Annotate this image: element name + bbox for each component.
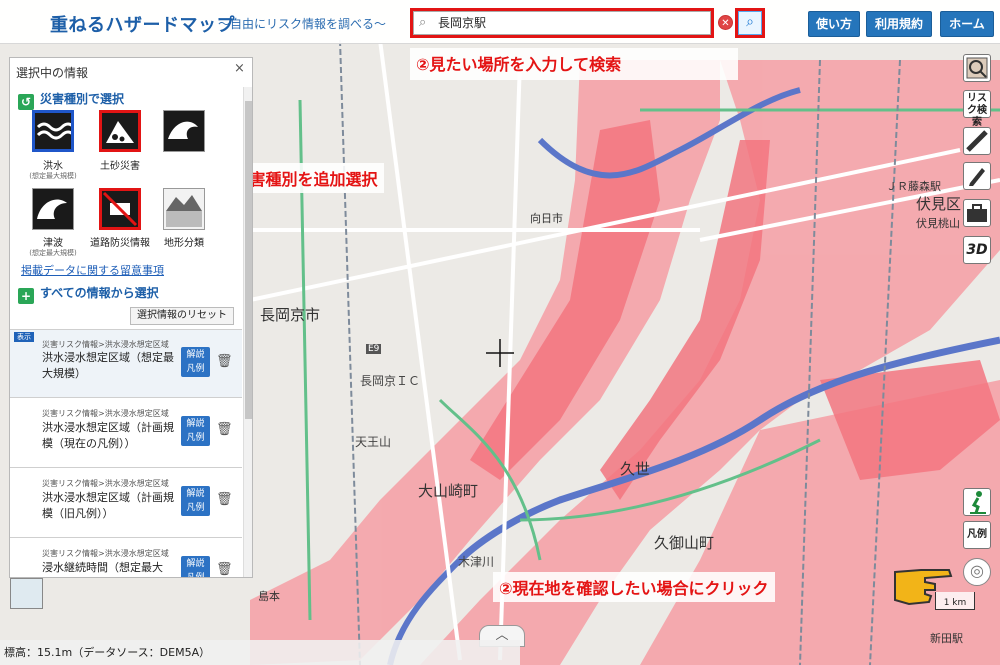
gps-button[interactable]: ◎ <box>963 558 991 586</box>
legend-button[interactable]: 解説 凡例 <box>181 556 210 577</box>
all-info-label: すべての情報から選択 <box>40 286 159 300</box>
terrain-label: 地形分類 <box>164 238 204 249</box>
layer-crumb: 災害リスク情報>洪水浸水想定区域 <box>42 549 169 558</box>
callout-search: ②見たい場所を入力して検索 <box>410 48 738 80</box>
map-label-jr-fujinomori: ＪＲ藤森駅 <box>886 180 941 193</box>
minimap[interactable] <box>10 578 43 609</box>
tsunami-icon <box>33 189 73 229</box>
map-label-town: 長岡京市 <box>260 306 321 324</box>
scale-bar: 1 km <box>935 592 975 610</box>
ruler-tool-button[interactable] <box>963 127 991 155</box>
walk-button[interactable] <box>963 488 991 516</box>
road-icon <box>102 191 138 227</box>
legend-button[interactable]: 解説 凡例 <box>181 347 210 377</box>
map-label-fushimi: 伏見区 <box>916 195 962 213</box>
layer-crumb: 災害リスク情報>洪水浸水想定区域 <box>42 340 169 349</box>
elevation-readout: 標高：15.1m（データソース：DEM5A） <box>0 640 520 665</box>
landslide-hazard-tile[interactable] <box>99 110 141 152</box>
map-label-tennozan: 天王山 <box>355 435 392 449</box>
tsunami-sublabel: (想定最大規模) <box>29 249 77 257</box>
tools-button[interactable] <box>963 199 991 227</box>
layer-name: 洪水浸水想定区域（計画規模（現在の凡例）） <box>42 421 174 450</box>
map-label-kugo: 久御山町 <box>654 534 715 552</box>
clear-icon[interactable]: ✕ <box>718 15 733 30</box>
app-subtitle: ～自由にリスク情報を調べる～ <box>218 17 387 31</box>
road-label: 道路防災情報 <box>90 238 150 249</box>
close-icon[interactable]: × <box>234 61 245 76</box>
layer-name: 洪水浸水想定区域（想定最大規模） <box>42 351 174 380</box>
terrain-hazard-tile[interactable] <box>163 188 205 230</box>
hazard-section-header[interactable]: ↺ 災害種別で選択 <box>18 90 124 110</box>
flood-icon <box>35 113 71 149</box>
plus-icon: + <box>18 288 34 304</box>
ruler-icon <box>966 130 988 152</box>
flood-sublabel: (想定最大規模) <box>29 172 77 180</box>
legend-toggle-button[interactable]: 凡例 <box>963 521 991 549</box>
hazard-section-icon: ↺ <box>18 94 34 110</box>
all-info-section-header[interactable]: + すべての情報から選択 <box>18 284 159 304</box>
show-badge[interactable]: 表示 <box>14 332 34 342</box>
draw-tool-button[interactable] <box>963 162 991 190</box>
trash-icon[interactable]: 🗑 <box>216 422 233 437</box>
reset-button[interactable]: 選択情報のリセット <box>130 307 234 325</box>
panel-scrollbar[interactable] <box>243 87 252 577</box>
tsunami-hazard-tile[interactable] <box>32 188 74 230</box>
app-title[interactable]: 重ねるハザードマップ <box>50 11 235 37</box>
map-label-shimamoto: 島本 <box>258 590 280 603</box>
map-label-kuse: 久世 <box>620 460 651 478</box>
hazard-section-label: 災害種別で選択 <box>40 92 125 106</box>
terms-button[interactable]: 利用規約 <box>866 11 932 37</box>
trash-icon[interactable]: 🗑 <box>216 354 233 369</box>
map-label-fushimi-mom: 伏見桃山 <box>916 217 960 230</box>
map-label-mukou: 向日市 <box>530 212 563 225</box>
flood-hazard-tile[interactable] <box>32 110 74 152</box>
data-notes-link[interactable]: 掲載データに関する留意事項 <box>21 262 164 278</box>
home-button[interactable]: ホーム <box>940 11 994 37</box>
tsunami-label: 津波 <box>43 238 63 249</box>
3d-button[interactable]: 3D <box>963 236 991 264</box>
tsunami-alt-tile[interactable] <box>163 110 205 152</box>
wave-icon <box>164 111 204 151</box>
map-search-icon <box>966 57 988 79</box>
road-hazard-tile[interactable] <box>99 188 141 230</box>
search-tool-button[interactable] <box>963 54 991 82</box>
risk-search-button[interactable]: リスク検索 <box>963 90 991 128</box>
landslide-label: 土砂災害 <box>100 161 140 172</box>
layer-item[interactable]: 表示 災害リスク情報>洪水浸水想定区域 洪水浸水想定区域（想定最大規模） 解説凡… <box>10 329 242 397</box>
trash-icon[interactable]: 🗑 <box>216 562 233 577</box>
info-panel: 選択中の情報 × ↺ 災害種別で選択 洪水 (想定最大規模) 土砂災害 津波 (… <box>9 57 253 578</box>
map-label-kizugawa: 木津川 <box>458 555 495 569</box>
layer-name: 洪水浸水想定区域（計画規模（旧凡例）） <box>42 491 174 520</box>
trash-icon[interactable]: 🗑 <box>216 492 233 507</box>
legend-button[interactable]: 解説 凡例 <box>181 416 210 446</box>
callout-location: ②現在地を確認したい場合にクリック <box>493 572 775 602</box>
landslide-icon <box>102 113 138 149</box>
layer-item[interactable]: 災害リスク情報>洪水浸水想定区域 洪水浸水想定区域（計画規模（旧凡例）） 解説凡… <box>10 467 242 537</box>
map-label-shintanabe: 新田駅 <box>930 632 963 645</box>
search-button-highlight <box>735 8 765 38</box>
scroll-thumb[interactable] <box>245 101 252 419</box>
map-label-oyamazaki: 大山崎町 <box>418 482 479 500</box>
map-label-ic: 長岡京ＩＣ <box>360 374 421 388</box>
flood-label: 洪水 <box>43 161 63 172</box>
pencil-icon <box>969 168 985 186</box>
search-highlight <box>410 8 714 38</box>
layer-item[interactable]: 災害リスク情報>洪水浸水想定区域 浸水継続時間（想定最大 解説 凡例 🗑 <box>10 537 242 577</box>
help-button[interactable]: 使い方 <box>808 11 860 37</box>
map-label-e9: E9 <box>366 344 382 354</box>
layer-crumb: 災害リスク情報>洪水浸水想定区域 <box>42 479 169 488</box>
layer-crumb: 災害リスク情報>洪水浸水想定区域 <box>42 409 169 418</box>
terrain-icon <box>164 189 204 229</box>
toolbox-icon <box>967 204 987 222</box>
layer-item[interactable]: 災害リスク情報>洪水浸水想定区域 洪水浸水想定区域（計画規模（現在の凡例）） 解… <box>10 397 242 467</box>
walker-icon <box>970 491 986 514</box>
layer-name: 浸水継続時間（想定最大 <box>42 561 163 574</box>
panel-title: 選択中の情報 <box>16 66 89 80</box>
legend-button[interactable]: 解説 凡例 <box>181 486 210 516</box>
